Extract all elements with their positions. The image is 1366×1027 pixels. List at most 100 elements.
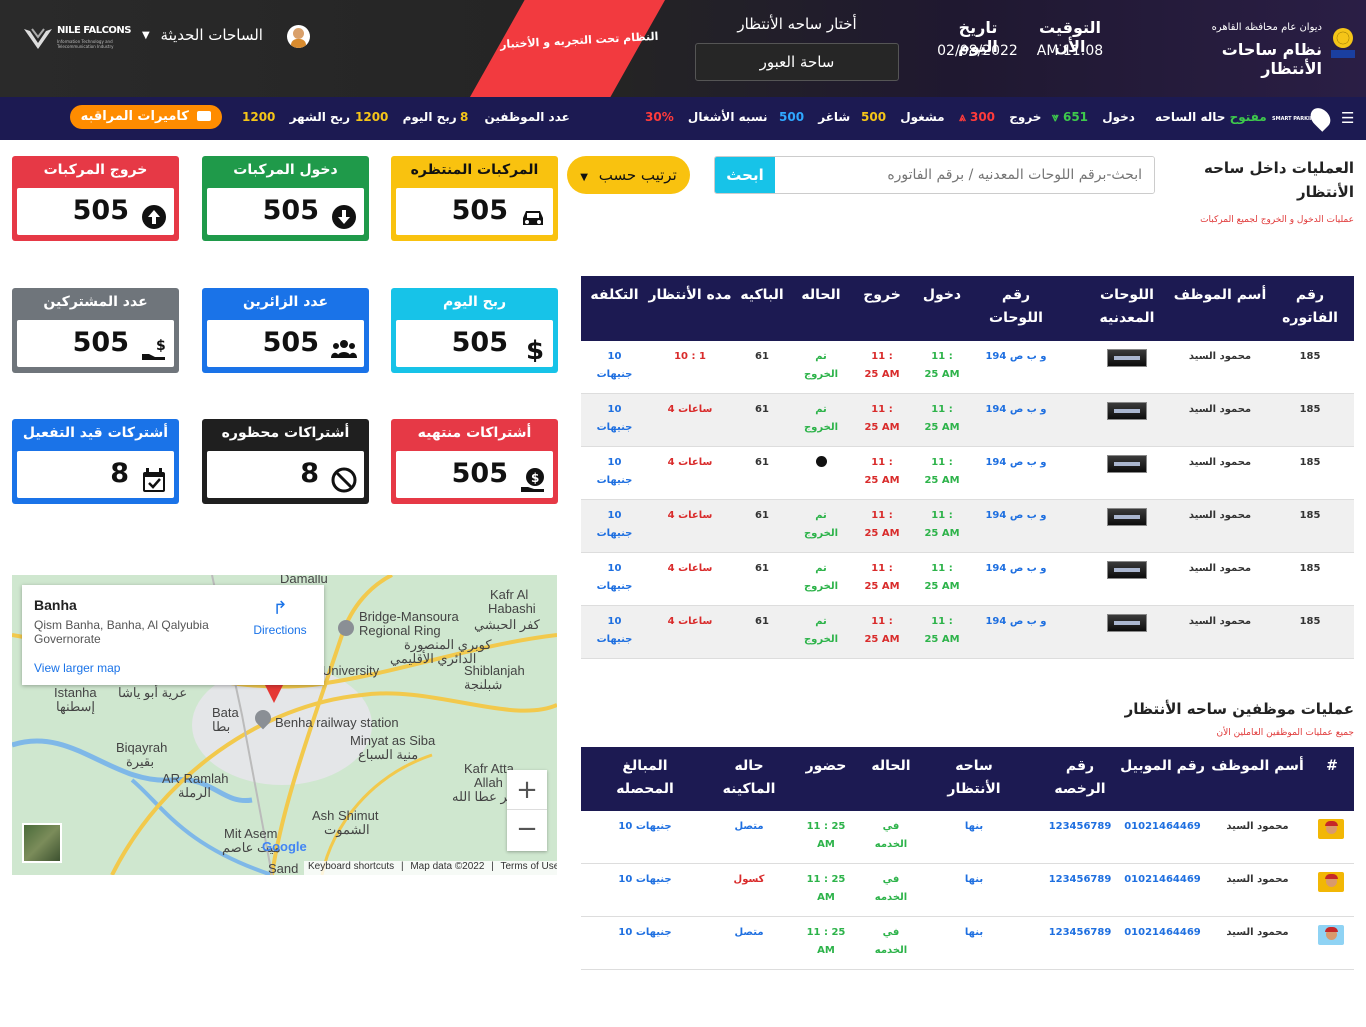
operations-cell-invoice: 185 (1299, 563, 1321, 574)
operations-column-header[interactable]: مده الأنتظار (648, 284, 732, 307)
operations-table-row[interactable]: 185 محمود السيد و ب ص 194 11 : 25 AM 11 : 25… (581, 606, 1354, 659)
map-label: Benha railway station (275, 715, 399, 730)
staff-cell-license: 123456789 (1048, 927, 1112, 938)
ban-icon (331, 467, 357, 493)
staff-column-header[interactable]: ساحه الأنتظار (935, 755, 1013, 801)
operations-cell-plate-no: و ب ص 194 (985, 616, 1047, 627)
operations-cell-employee: محمود السيد (1188, 616, 1252, 627)
card-value-box: 505 $ (396, 320, 553, 367)
card-value-box: 505 (396, 188, 553, 235)
staff-cell-mobile: 01021464469 (1124, 927, 1201, 938)
map-label: بطا (212, 719, 231, 734)
satellite-toggle[interactable] (22, 823, 62, 863)
staff-cell-machine: متصل (734, 927, 764, 938)
map-label: University (322, 663, 380, 678)
occupancy-rate: 30% نسبه الأشغال (645, 110, 768, 124)
map-label: Biqayrah (116, 740, 168, 755)
directions-link[interactable]: ↱ Directions (250, 599, 310, 638)
cameras-button[interactable]: كاميرات المراقبه (70, 105, 222, 129)
operations-column-header[interactable]: الباكيه (732, 284, 792, 307)
staff-column-header[interactable]: المبالغ المحصله (600, 755, 690, 801)
yard-state-value: مفتوح (1229, 110, 1267, 124)
operations-cell-bay: 61 (755, 616, 769, 627)
card-label: عدد الزائرين (242, 294, 329, 310)
staff-table-row[interactable]: محمود السيد 01021464469 123456789 بنها في ال… (581, 917, 1354, 970)
user-avatar[interactable] (287, 25, 310, 48)
org-name: ديوان عام محافظه القاهره (1211, 22, 1322, 33)
operations-cell-plate-no: و ب ص 194 (985, 404, 1047, 415)
staff-column-header[interactable]: حاله الماكينه (710, 755, 788, 801)
operations-column-header[interactable]: دخول (912, 284, 972, 307)
staff-column-header[interactable]: رقم الرخصه (1040, 755, 1120, 801)
map-zoom-control: + − (507, 770, 547, 851)
operations-column-header[interactable]: التكلفه (581, 284, 648, 307)
dollar-icon: $ (526, 336, 544, 362)
operations-table-row[interactable]: 185 محمود السيد و ب ص 194 11 : 25 AM 11 : 25… (581, 341, 1354, 394)
search-button-label: ابحث (726, 166, 764, 184)
operations-table-row[interactable]: 185 محمود السيد و ب ص 194 11 : 25 AM 11 : 25… (581, 553, 1354, 606)
operations-column-header[interactable]: الحاله (790, 284, 852, 307)
yard-state-label: حاله الساحه (1155, 110, 1226, 124)
staff-cell-amount: 10 جنيهات (618, 927, 672, 938)
operations-cell-cost: 10 جنيهات (596, 616, 633, 645)
staff-cell-name: محمود السيد (1226, 874, 1289, 885)
hamburger-menu-icon[interactable]: ☰ (1341, 109, 1354, 127)
card-value: 505 (451, 195, 508, 226)
view-larger-map-link[interactable]: View larger map (34, 661, 120, 675)
sort-button[interactable]: ▼ ترتيب حسب (567, 156, 690, 194)
operations-table-row[interactable]: 185 محمود السيد و ب ص 194 11 : 25 AM 11 : 25… (581, 500, 1354, 553)
operations-cell-employee: محمود السيد (1188, 351, 1252, 362)
vacant-count: 500 شاغر (779, 110, 850, 124)
staff-column-header[interactable]: الحاله (862, 755, 920, 778)
employees-label: عدد الموظفين (484, 110, 570, 124)
map-keyboard-shortcuts[interactable]: Keyboard shortcuts (308, 861, 394, 872)
map-label: شبلنجة (464, 677, 503, 692)
staff-column-header[interactable]: أسم الموظف (1205, 755, 1310, 778)
operations-cell-plate-no: و ب ص 194 (985, 510, 1047, 521)
operations-cell-exit: 11 : 25 AM (864, 563, 900, 592)
card-value-box: 8 (17, 451, 174, 498)
operations-column-header[interactable]: أسم الموظف (1172, 284, 1268, 307)
yards-menu[interactable]: ▼ الساحات الحديثة (142, 26, 263, 48)
card-value: 505 (451, 327, 508, 358)
card-banned-subs: أشتراكات محظوره 8 (202, 419, 369, 504)
staff-column-header[interactable]: # (1310, 755, 1354, 778)
staff-cell-status: في الخدمه (874, 927, 908, 956)
operations-table-row[interactable]: 185 محمود السيد و ب ص 194 11 : 25 AM 11 : 25… (581, 447, 1354, 500)
operations-column-header[interactable]: رقم الفاتوره (1266, 284, 1354, 330)
staff-column-header[interactable]: رقم الموبيل (1120, 755, 1205, 778)
staff-avatar (1318, 819, 1344, 839)
map-terms-link[interactable]: Terms of Use (500, 861, 557, 872)
operations-cell-duration: 4 ساعات (667, 510, 713, 521)
staff-table-row[interactable]: محمود السيد 01021464469 123456789 بنها في ال… (581, 864, 1354, 917)
google-map[interactable]: Damallu Kafr Al Habashi كفر الحبشي Bridge-Ma… (12, 575, 557, 875)
map-data-credit: Map data ©2022 (410, 861, 485, 872)
card-label: أشتراكات منتهيه (417, 425, 532, 441)
staff-cell-yard: بنها (964, 821, 984, 832)
staff-column-header[interactable]: حضور (798, 755, 854, 778)
map-label: بقيرة (126, 754, 155, 769)
map-place-name: Banha (34, 597, 77, 613)
search-input[interactable] (775, 157, 1154, 193)
arrow-up-circle-icon (142, 205, 166, 229)
system-name: نظام ساحات الأنتظار (1221, 40, 1322, 78)
card-pending-subs: أشتركات قيد التفعيل 8 (12, 419, 179, 504)
operations-column-header[interactable]: رقم اللوحات (975, 284, 1057, 330)
operations-cell-exit: 11 : 25 AM (864, 510, 900, 539)
svg-text:$: $ (156, 338, 166, 354)
operations-column-header[interactable]: اللوحات المعدنيه (1082, 284, 1172, 330)
select-yard-dropdown[interactable]: ساحة العبور (695, 43, 899, 81)
day-profit: 1200 ربح اليوم (355, 110, 457, 124)
search-button[interactable]: ابحث (715, 157, 775, 193)
zoom-in-button[interactable]: + (507, 770, 547, 810)
occupied-label: مشغول (900, 110, 945, 124)
entry-label: دخول (1102, 110, 1135, 124)
staff-table-row[interactable]: محمود السيد 01021464469 123456789 بنها في ال… (581, 811, 1354, 864)
staff-cell-attendance: 11 : 25 AM (806, 821, 846, 850)
card-visitors: عدد الزائرين 505 (202, 288, 369, 373)
operations-table-row[interactable]: 185 محمود السيد و ب ص 194 11 : 25 AM 11 : 25… (581, 394, 1354, 447)
zoom-out-button[interactable]: − (507, 810, 547, 850)
operations-cell-status: تم الخروج (803, 563, 839, 592)
operations-column-header[interactable]: خروج (852, 284, 912, 307)
time-value: AM 11:08 (1036, 43, 1104, 59)
